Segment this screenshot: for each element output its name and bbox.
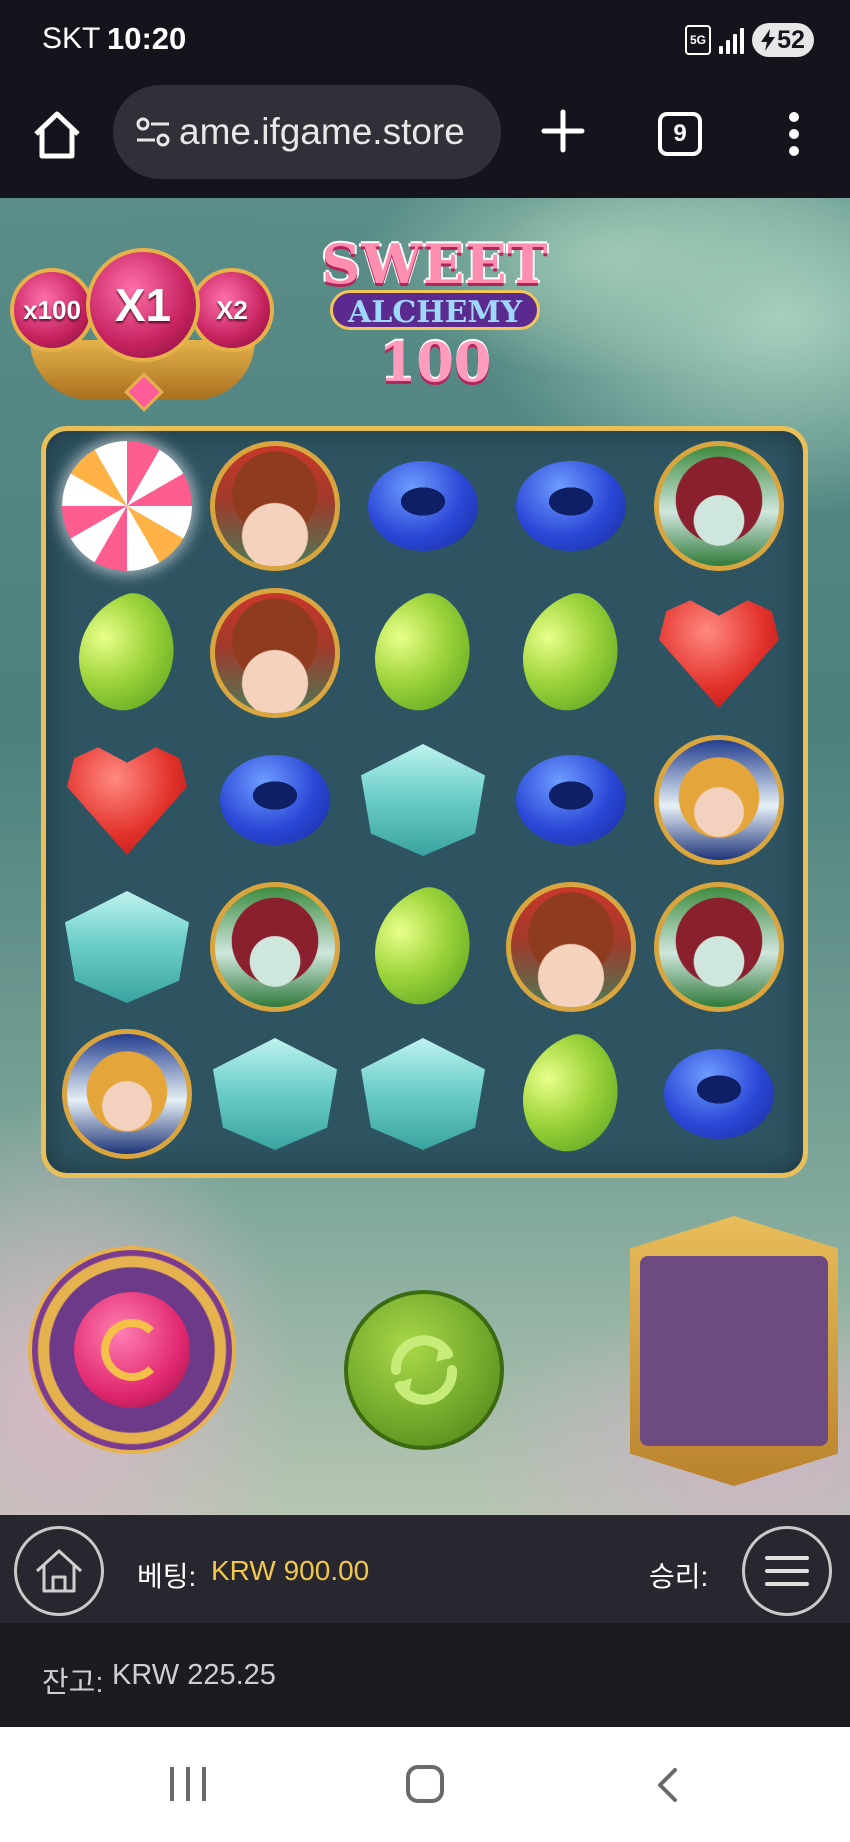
grid-cell <box>54 580 200 726</box>
home-icon <box>35 1549 83 1593</box>
balance-label: 잔고: <box>42 1667 104 1699</box>
bean-symbol-icon <box>60 584 192 722</box>
multiplier-current: X1 <box>86 248 200 362</box>
status-bar: SKT 10:20 5G 52 <box>0 0 850 78</box>
portrait-green-symbol-icon <box>210 882 340 1012</box>
grid-cell <box>350 1021 496 1167</box>
bean-symbol-icon <box>356 878 488 1016</box>
spin-arrows-icon <box>390 1335 458 1405</box>
portrait-green-symbol-icon <box>654 882 784 1012</box>
grid-cell <box>646 727 792 873</box>
grid-cell <box>54 874 200 1020</box>
heart-symbol-icon <box>659 600 779 708</box>
win-panel <box>630 1216 838 1486</box>
grid-cell <box>646 874 792 1020</box>
signal-icon <box>719 26 744 54</box>
grid-cell <box>646 580 792 726</box>
donut-symbol-icon <box>368 461 478 551</box>
heart-symbol-icon <box>67 747 187 855</box>
portrait-red-symbol-icon <box>506 882 636 1012</box>
logo-line-1: SWEET <box>321 232 549 296</box>
charging-bolt-icon <box>761 29 776 51</box>
battery-icon: 52 <box>752 23 814 57</box>
game-logo: SWEET ALCHEMY 100 <box>290 228 580 398</box>
grid-cell <box>54 1021 200 1167</box>
portrait-blue-symbol-icon <box>62 1029 192 1159</box>
game-canvas[interactable]: x100 X2 X1 SWEET ALCHEMY 100 <box>0 198 850 1515</box>
portrait-blue-symbol-icon <box>654 735 784 865</box>
bet-label: 베팅: <box>137 1561 197 1592</box>
grid-cell <box>498 433 644 579</box>
portrait-red-symbol-icon <box>210 441 340 571</box>
tab-switcher-button[interactable]: 9 <box>658 112 702 156</box>
logo-line-3: 100 <box>378 330 492 394</box>
battery-level: 52 <box>777 25 805 54</box>
lobby-home-button[interactable] <box>14 1526 104 1616</box>
portrait-red-symbol-icon <box>210 588 340 718</box>
clock: 10:20 <box>107 21 187 56</box>
donut-symbol-icon <box>516 461 626 551</box>
recent-apps-icon[interactable] <box>170 1767 206 1801</box>
portrait-green-symbol-icon <box>654 441 784 571</box>
donut-symbol-icon <box>664 1049 774 1139</box>
gem-symbol-icon <box>65 891 189 1003</box>
grid-cell <box>202 580 348 726</box>
system-home-icon[interactable] <box>406 1765 444 1803</box>
balance-bar: 잔고: KRW 225.25 <box>0 1623 850 1727</box>
grid-cell <box>498 727 644 873</box>
donut-symbol-icon <box>516 755 626 845</box>
network-5g-icon: 5G <box>685 25 711 55</box>
grid-cell <box>350 580 496 726</box>
grid-cell <box>646 1021 792 1167</box>
gem-symbol-icon <box>361 744 485 856</box>
grid-cell <box>498 1021 644 1167</box>
grid-cell <box>202 1021 348 1167</box>
grid-cell <box>202 727 348 873</box>
grid-cell <box>54 433 200 579</box>
browser-toolbar: ame.ifgame.store 9 <box>0 78 850 198</box>
grid-cell <box>54 727 200 873</box>
buy-feature-button[interactable] <box>28 1246 236 1454</box>
grid-cell <box>350 727 496 873</box>
grid-cell <box>498 874 644 1020</box>
multiplier-left: x100 <box>10 268 94 352</box>
grid-cell <box>350 433 496 579</box>
donut-symbol-icon <box>220 755 330 845</box>
multiplier-display: x100 X2 X1 <box>10 248 275 412</box>
balance-value: KRW 225.25 <box>112 1659 276 1691</box>
new-tab-icon[interactable] <box>540 108 586 154</box>
bean-symbol-icon <box>504 584 636 722</box>
status-icons: 5G 52 <box>685 22 814 58</box>
spin-button[interactable] <box>344 1290 504 1450</box>
grid-cell <box>350 874 496 1020</box>
hamburger-menu-icon <box>765 1556 809 1586</box>
grid-cell <box>498 580 644 726</box>
bet-value[interactable]: KRW 900.00 <box>211 1555 369 1587</box>
site-settings-icon[interactable] <box>133 112 173 152</box>
gem-symbol-icon <box>213 1038 337 1150</box>
back-icon[interactable] <box>655 1767 679 1803</box>
browser-home-icon[interactable] <box>30 108 84 162</box>
candy-swirl-icon <box>74 1292 190 1408</box>
bean-symbol-icon <box>504 1025 636 1163</box>
grid-cell <box>646 433 792 579</box>
candy-symbol-icon <box>62 441 192 571</box>
win-panel-screen <box>640 1256 828 1446</box>
system-navigation-bar <box>0 1727 850 1842</box>
bean-symbol-icon <box>356 584 488 722</box>
game-menu-button[interactable] <box>742 1526 832 1616</box>
symbol-grid <box>41 426 808 1178</box>
overflow-menu-icon[interactable] <box>784 112 804 156</box>
carrier-label: SKT <box>42 22 101 55</box>
win-label: 승리: <box>649 1561 709 1592</box>
url-text: ame.ifgame.store <box>179 111 465 152</box>
grid-cell <box>202 433 348 579</box>
address-bar[interactable]: ame.ifgame.store <box>113 85 501 179</box>
multiplier-right: X2 <box>190 268 274 352</box>
grid-cell <box>202 874 348 1020</box>
gem-symbol-icon <box>361 1038 485 1150</box>
bet-info-bar: 베팅: KRW 900.00 승리: <box>0 1515 850 1623</box>
logo-line-2: ALCHEMY <box>330 290 540 330</box>
